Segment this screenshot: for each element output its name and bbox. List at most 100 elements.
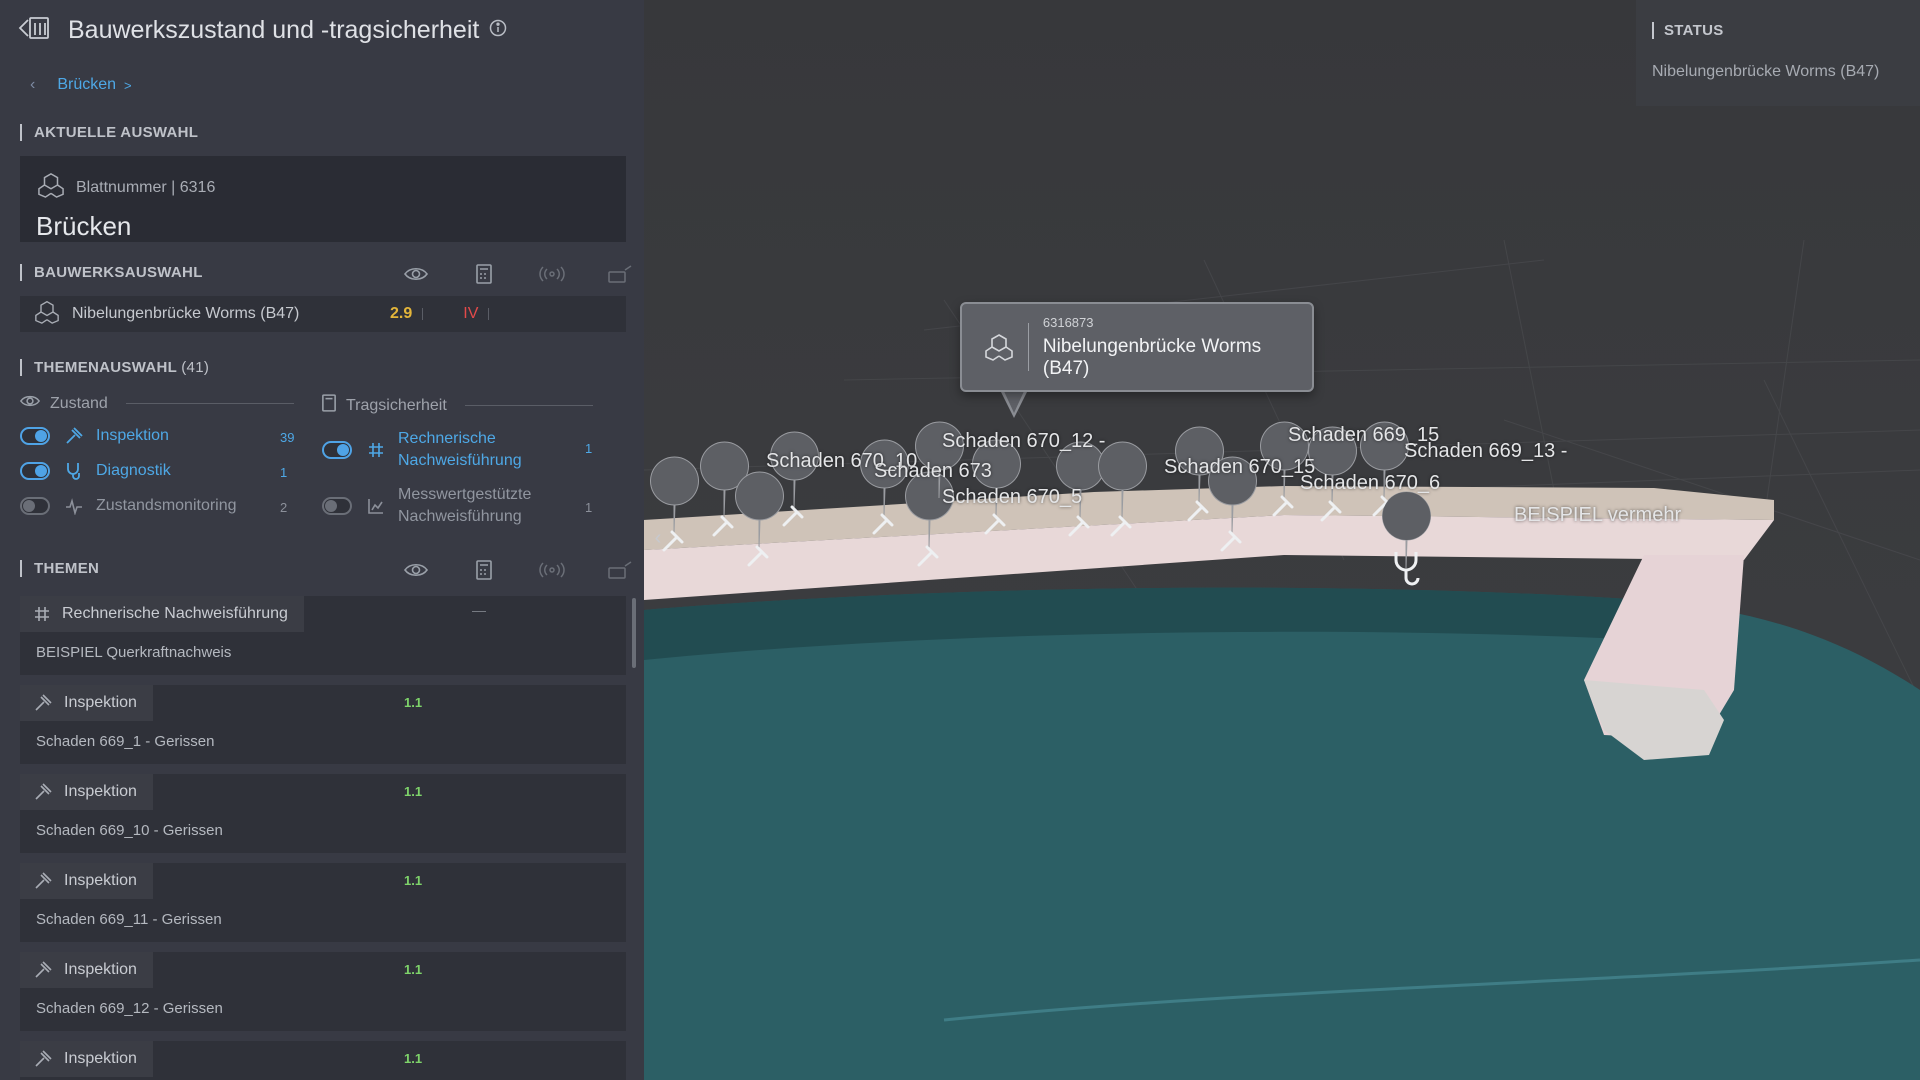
column-condition-label: Zustand bbox=[50, 394, 108, 412]
sidebar: Bauwerkszustand und -tragsicherheit ‹ Br… bbox=[0, 0, 644, 1080]
scene-label-669-13[interactable]: Schaden 669_13 - bbox=[1404, 440, 1567, 463]
theme-tag-label: Inspektion bbox=[64, 961, 137, 978]
theme-card[interactable]: Inspektion 1.1 Schaden 669_11 - Gerissen bbox=[20, 863, 626, 942]
theme-grade: 1.1 bbox=[404, 695, 423, 710]
theme-description: Schaden 669_12 - Gerissen bbox=[36, 1000, 223, 1017]
calculator-icon[interactable] bbox=[468, 264, 500, 284]
topic-label-rechnerische-1: Rechnerische bbox=[398, 430, 496, 447]
topic-label-messwert-2: Nachweisführung bbox=[398, 508, 522, 525]
calculator-icon[interactable] bbox=[468, 560, 500, 580]
measurement-chart-icon[interactable] bbox=[604, 264, 636, 284]
toggle-rechnerische-nachweisfuehrung[interactable] bbox=[322, 441, 352, 459]
structure-header-icons bbox=[400, 264, 636, 284]
scene-label-673[interactable]: Schaden 673 bbox=[874, 460, 992, 483]
topic-count-rechnerische: 1 bbox=[585, 441, 593, 456]
theme-tag-label: Rechnerische Nachweisführung bbox=[62, 605, 288, 622]
theme-card[interactable]: Inspektion 1.1 Schaden 669_10 - Gerissen bbox=[20, 774, 626, 853]
toggle-inspektion[interactable] bbox=[20, 427, 50, 445]
topic-selection-heading: THEMENAUSWAHL bbox=[34, 359, 177, 376]
themes-header-icons bbox=[400, 560, 636, 580]
topic-rechnerische-nachweisfuehrung[interactable]: Rechnerische Nachweisführung bbox=[322, 428, 522, 472]
structure-name: Nibelungenbrücke Worms (B47) bbox=[72, 305, 300, 322]
topic-label-zustandsmonitoring: Zustandsmonitoring bbox=[96, 497, 237, 514]
scene-label-670-5[interactable]: Schaden 670_5 bbox=[942, 486, 1082, 509]
value-separator bbox=[488, 308, 490, 320]
bridge-popup[interactable]: 6316873 Nibelungenbrücke Worms (B47) bbox=[960, 302, 1314, 392]
breadcrumb: ‹ Brücken > bbox=[30, 76, 132, 94]
topic-label-inspektion: Inspektion bbox=[96, 427, 169, 444]
back-chevron-icon[interactable]: ‹ bbox=[30, 76, 35, 94]
toggle-messwertgestuetzte-nachweisfuehrung[interactable] bbox=[322, 497, 352, 515]
theme-tag: Inspektion bbox=[20, 952, 153, 988]
info-icon[interactable] bbox=[489, 19, 507, 42]
topic-inspektion[interactable]: Inspektion bbox=[20, 427, 169, 445]
condition-grade: 2.9 bbox=[390, 305, 413, 322]
hammer-icon bbox=[35, 1050, 52, 1067]
scene-label-beispiel[interactable]: BEISPIEL vermehr bbox=[1514, 504, 1681, 527]
theme-card[interactable]: Inspektion 1.1 Schaden 669_12 - Gerissen bbox=[20, 952, 626, 1031]
theme-grade: 1.1 bbox=[404, 873, 423, 888]
bridge-scene[interactable] bbox=[644, 0, 1920, 1080]
structure-row[interactable]: Nibelungenbrücke Worms (B47) 2.9 IV bbox=[20, 296, 626, 332]
grid-calc-icon bbox=[366, 442, 386, 458]
topic-count-zustandsmonitoring: 2 bbox=[280, 500, 288, 515]
eye-icon bbox=[19, 394, 41, 413]
scene-label-670-12[interactable]: Schaden 670_12 - bbox=[942, 430, 1105, 453]
page-title: Bauwerkszustand und -tragsicherheit bbox=[68, 16, 480, 44]
bridge-icon bbox=[982, 330, 1016, 364]
topic-zustandsmonitoring[interactable]: Zustandsmonitoring bbox=[20, 497, 237, 515]
theme-tag: Inspektion bbox=[20, 774, 153, 810]
calculator-icon bbox=[322, 394, 336, 417]
themes-list[interactable]: Rechnerische Nachweisführung — BEISPIEL … bbox=[20, 596, 626, 1080]
topic-diagnostik[interactable]: Diagnostik bbox=[20, 462, 171, 480]
grid-calc-icon bbox=[35, 607, 49, 621]
current-selection-box[interactable]: Blattnummer | 6316 Brücken bbox=[20, 156, 626, 242]
hammer-icon bbox=[35, 872, 52, 889]
status-value: Nibelungenbrücke Worms (B47) bbox=[1652, 63, 1880, 80]
topic-label-messwert-1: Messwertgestützte bbox=[398, 486, 532, 503]
column-divider bbox=[125, 403, 294, 404]
sensor-icon[interactable] bbox=[536, 266, 568, 282]
theme-card[interactable]: Inspektion 1.1 Schaden 669_1 - Gerissen bbox=[20, 685, 626, 764]
status-panel: STATUS Nibelungenbrücke Worms (B47) bbox=[1636, 0, 1920, 106]
3d-viewport[interactable]: Schaden 670_12 - Schaden 669_15 Schaden … bbox=[644, 0, 1920, 1080]
topic-count-inspektion: 39 bbox=[280, 430, 295, 445]
theme-tag-label: Inspektion bbox=[64, 694, 137, 711]
collapse-sidebar-chevron-icon[interactable]: ‹ bbox=[644, 518, 672, 558]
theme-tag-label: Inspektion bbox=[64, 783, 137, 800]
toggle-zustandsmonitoring[interactable] bbox=[20, 497, 50, 515]
topic-label-rechnerische-2: Nachweisführung bbox=[398, 452, 522, 469]
theme-description: Schaden 669_1 - Gerissen bbox=[36, 733, 215, 750]
toggle-diagnostik[interactable] bbox=[20, 462, 50, 480]
hammer-icon bbox=[35, 783, 52, 800]
section-current-selection: AKTUELLE AUSWAHL bbox=[20, 124, 198, 141]
chart-icon bbox=[366, 498, 386, 514]
hammer-icon bbox=[35, 694, 52, 711]
eye-icon[interactable] bbox=[400, 266, 432, 282]
pulse-icon bbox=[64, 497, 84, 515]
scene-label-670-15[interactable]: Schaden 670_15 bbox=[1164, 456, 1315, 479]
scene-label-670-6[interactable]: Schaden 670_6 bbox=[1300, 472, 1440, 495]
column-condition: Zustand bbox=[19, 394, 294, 413]
eye-icon[interactable] bbox=[400, 562, 432, 578]
topic-messwertgestuetzte-nachweisfuehrung[interactable]: Messwertgestützte Nachweisführung bbox=[322, 484, 531, 528]
measurement-chart-icon[interactable] bbox=[604, 560, 636, 580]
section-themes: THEMEN bbox=[20, 560, 99, 577]
theme-tag: Inspektion bbox=[20, 1041, 153, 1077]
hammer-icon bbox=[64, 427, 84, 445]
layers-icon[interactable] bbox=[18, 14, 52, 47]
theme-card[interactable]: Rechnerische Nachweisführung — BEISPIEL … bbox=[20, 596, 626, 675]
status-heading: STATUS bbox=[1652, 22, 1904, 39]
theme-card[interactable]: Inspektion 1.1 bbox=[20, 1041, 626, 1080]
theme-tag-label: Inspektion bbox=[64, 872, 137, 889]
value-separator bbox=[422, 308, 424, 320]
popup-pointer-fill bbox=[1003, 389, 1025, 413]
section-topic-selection: THEMENAUSWAHL (41) bbox=[20, 359, 209, 376]
theme-grade: 1.1 bbox=[404, 1051, 423, 1066]
popup-divider bbox=[1027, 323, 1029, 371]
app-header: Bauwerkszustand und -tragsicherheit bbox=[18, 14, 507, 47]
theme-tag: Inspektion bbox=[20, 863, 153, 899]
themes-scrollbar[interactable] bbox=[632, 598, 636, 668]
breadcrumb-item-bruecken[interactable]: Brücken bbox=[57, 76, 116, 94]
sensor-icon[interactable] bbox=[536, 562, 568, 578]
